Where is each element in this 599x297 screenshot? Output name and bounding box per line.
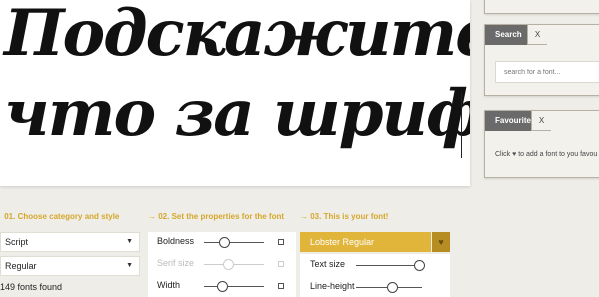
serif-size-row: Serif size: [148, 254, 296, 274]
text-size-row: Text size: [300, 255, 450, 275]
text-size-slider-track[interactable]: [356, 265, 422, 266]
text-size-label: Text size: [310, 259, 346, 269]
favourites-hint: Click ♥ to add a font to you favou: [495, 151, 597, 158]
serif-size-slider-handle[interactable]: [223, 259, 234, 270]
step-3-heading: → 03. This is your font!: [300, 212, 389, 221]
category-select[interactable]: Script ▼: [0, 232, 140, 252]
line-height-label: Line-height: [310, 281, 355, 291]
collapsed-panel: [484, 0, 599, 14]
favourites-panel: Favourites X Click ♥ to add a font to yo…: [484, 110, 599, 178]
preview-text-line-2[interactable]: что за шрифт: [4, 76, 470, 151]
boldness-slider-track[interactable]: [204, 242, 264, 243]
step-2-heading: → 02. Set the properties for the font: [148, 212, 285, 221]
favourites-close-button[interactable]: X: [531, 111, 551, 131]
result-font-name[interactable]: Lobster Regular: [300, 232, 431, 252]
search-panel: Search X: [484, 24, 599, 96]
result-settings-box: Text size Line-height: [300, 254, 450, 297]
text-size-slider-handle[interactable]: [413, 260, 425, 271]
favourites-hint-after: to add a font to you favou: [518, 151, 598, 158]
font-preview-area[interactable]: Подскажите, что за шрифт: [0, 0, 470, 186]
boldness-toggle[interactable]: [278, 239, 284, 245]
favourites-hint-before: Click: [495, 151, 511, 158]
heart-icon: ♥: [438, 237, 444, 247]
boldness-label: Boldness: [157, 236, 195, 246]
search-tab[interactable]: Search: [485, 25, 527, 45]
line-height-row: Line-height: [300, 277, 450, 297]
serif-size-toggle[interactable]: [278, 261, 284, 267]
width-slider-track[interactable]: [204, 286, 264, 287]
step-1-heading: → 01. Choose category and style: [0, 212, 120, 221]
width-label: Width: [157, 280, 181, 290]
search-input[interactable]: [495, 61, 599, 83]
chevron-down-icon: ▼: [126, 238, 133, 245]
boldness-slider-handle[interactable]: [218, 237, 230, 248]
search-close-button[interactable]: X: [527, 25, 547, 45]
chevron-down-icon: ▼: [126, 262, 133, 269]
width-toggle[interactable]: [278, 283, 284, 289]
line-height-slider-handle[interactable]: [387, 282, 399, 293]
text-caret: [461, 92, 462, 158]
fonts-found-count: 149 fonts found: [0, 282, 63, 292]
boldness-row: Boldness: [148, 232, 296, 252]
heart-icon: ♥: [512, 151, 517, 158]
favourites-tab[interactable]: Favourites: [485, 111, 535, 131]
width-slider-handle[interactable]: [217, 281, 228, 292]
serif-size-slider-track[interactable]: [204, 264, 264, 265]
preview-text-line-1[interactable]: Подскажите,: [4, 0, 470, 71]
add-favourite-button[interactable]: ♥: [432, 232, 450, 252]
serif-size-label: Serif size: [157, 258, 195, 268]
style-select[interactable]: Regular ▼: [0, 256, 140, 276]
width-row: Width: [148, 276, 296, 296]
properties-box: Boldness Serif size Width: [148, 232, 296, 297]
category-value: Script: [5, 237, 29, 247]
style-value: Regular: [5, 261, 37, 271]
